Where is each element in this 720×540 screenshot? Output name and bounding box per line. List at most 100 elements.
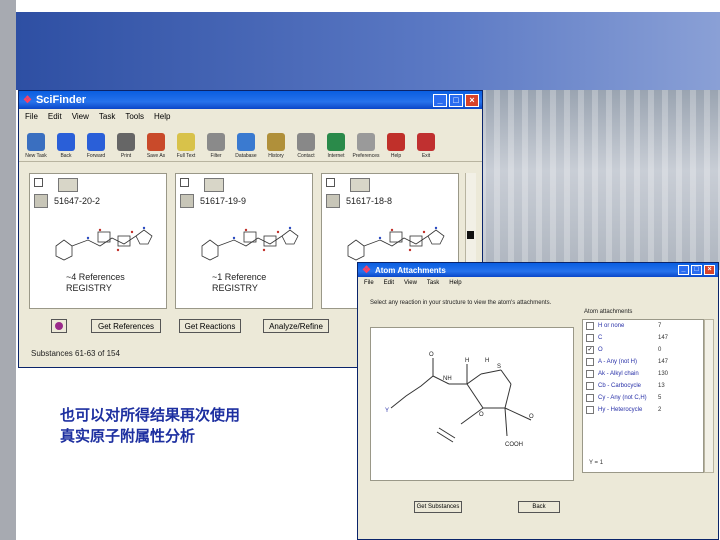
structure-thumbnail-icon[interactable] <box>204 178 224 192</box>
attachment-checkbox[interactable]: ✓ <box>586 346 594 354</box>
attachment-row[interactable]: ✓ O 0 <box>583 344 703 356</box>
attachment-row[interactable]: Hy - Heterocycle 2 <box>583 404 703 416</box>
maximize-button[interactable]: □ <box>449 93 463 107</box>
document-icon <box>177 133 195 151</box>
attachment-checkbox[interactable] <box>586 358 594 366</box>
scifinder-titlebar: ❖ SciFinder _ □ × <box>19 91 482 109</box>
scroll-thumb[interactable] <box>467 231 474 239</box>
get-reactions-button[interactable]: Get Reactions <box>179 319 241 333</box>
structure-thumbnail-icon[interactable] <box>350 178 370 192</box>
reference-count[interactable]: ~4 References <box>66 272 125 283</box>
attach-menu-task[interactable]: Task <box>427 280 439 286</box>
cas-number[interactable]: 51647-20-2 <box>54 196 100 206</box>
attachment-row[interactable]: H or none 7 <box>583 320 703 332</box>
svg-text:O: O <box>529 414 534 420</box>
attachment-count: 130 <box>658 371 669 377</box>
attachment-checkbox[interactable] <box>586 370 594 378</box>
structure-image[interactable] <box>48 210 158 268</box>
analyze-refine-button[interactable]: Analyze/Refine <box>263 319 329 333</box>
references-link[interactable]: ~4 References REGISTRY <box>66 272 125 294</box>
globe-icon <box>327 133 345 151</box>
filter-icon <box>207 133 225 151</box>
result-checkbox[interactable] <box>34 178 43 187</box>
attach-menu-file[interactable]: File <box>364 280 374 286</box>
help-small-button[interactable] <box>51 319 67 333</box>
attach-menu-bar: File Edit View Task Help <box>358 277 718 288</box>
toolbar-save-button[interactable]: Save As <box>143 125 169 159</box>
slide-left-bar <box>0 0 16 540</box>
menu-edit[interactable]: Edit <box>48 112 62 121</box>
get-references-button[interactable]: Get References <box>91 319 161 333</box>
toolbar-help-button[interactable]: Help <box>383 125 409 159</box>
toolbar-globe-button[interactable]: Internet <box>323 125 349 159</box>
minimize-button[interactable]: _ <box>433 93 447 107</box>
toolbar-filter-button[interactable]: Filter <box>203 125 229 159</box>
menu-view[interactable]: View <box>72 112 89 121</box>
attach-minimize-button[interactable]: _ <box>678 265 689 275</box>
attachment-row[interactable]: Ak - Alkyl chain 130 <box>583 368 703 380</box>
flask-icon[interactable] <box>326 194 340 208</box>
toolbar-exit-button[interactable]: Exit <box>413 125 439 159</box>
get-substances-button[interactable]: Get Substances <box>414 501 462 513</box>
toolbar-envelope-button[interactable]: Contact <box>293 125 319 159</box>
attachment-checkbox[interactable] <box>586 334 594 342</box>
attach-list-bottom: Y = 1 <box>589 460 604 466</box>
back-arrow-icon <box>57 133 75 151</box>
cas-number[interactable]: 51617-19-9 <box>200 196 246 206</box>
attachment-name: C <box>598 335 603 341</box>
help-icon <box>55 322 63 330</box>
attach-close-button[interactable]: × <box>704 265 715 275</box>
toolbar-forward-arrow-button[interactable]: Forward <box>83 125 109 159</box>
result-checkbox[interactable] <box>180 178 189 187</box>
attach-maximize-button[interactable]: □ <box>691 265 702 275</box>
attach-menu-view[interactable]: View <box>404 280 417 286</box>
toolbar-preferences-button[interactable]: Preferences <box>353 125 379 159</box>
attachment-row[interactable]: A - Any (not H) 147 <box>583 356 703 368</box>
attachment-checkbox[interactable] <box>586 322 594 330</box>
structure-image[interactable] <box>340 210 450 268</box>
menu-help[interactable]: Help <box>154 112 170 121</box>
preferences-icon <box>357 133 375 151</box>
structure-canvas[interactable]: O H H NH S O O COOH Y <box>370 327 574 481</box>
attach-menu-edit[interactable]: Edit <box>384 280 394 286</box>
attachment-row[interactable]: Cb - Carbocycle 13 <box>583 380 703 392</box>
menu-file[interactable]: File <box>25 112 38 121</box>
attachment-count: 13 <box>658 383 665 389</box>
result-checkbox[interactable] <box>326 178 335 187</box>
attachment-row[interactable]: C 147 <box>583 332 703 344</box>
references-link[interactable]: ~1 ReferenceREGISTRY <box>212 272 266 294</box>
attachment-name: A - Any (not H) <box>598 359 638 365</box>
attachment-checkbox[interactable] <box>586 394 594 402</box>
attach-menu-help[interactable]: Help <box>449 280 461 286</box>
cas-number[interactable]: 51617-18-8 <box>346 196 392 206</box>
window-title: SciFinder <box>35 94 87 106</box>
attach-list-scrollbar[interactable] <box>704 319 714 473</box>
reference-count[interactable]: ~1 Reference <box>212 272 266 283</box>
status-bar: Substances 61-63 of 154 <box>31 349 120 358</box>
structure-drawing: O H H NH S O O COOH Y <box>385 352 534 448</box>
flask-icon[interactable] <box>180 194 194 208</box>
toolbar-history-button[interactable]: History <box>263 125 289 159</box>
svg-text:S: S <box>497 364 501 370</box>
attachment-checkbox[interactable] <box>586 406 594 414</box>
close-button[interactable]: × <box>465 93 479 107</box>
toolbar-list-button[interactable]: New Task <box>23 125 49 159</box>
menu-tools[interactable]: Tools <box>125 112 144 121</box>
toolbar-label: Save As <box>146 153 166 159</box>
slide-header-band <box>16 12 720 90</box>
toolbar-printer-button[interactable]: Print <box>113 125 139 159</box>
attachment-checkbox[interactable] <box>586 382 594 390</box>
toolbar-database-button[interactable]: Database <box>233 125 259 159</box>
attach-back-button[interactable]: Back <box>518 501 560 513</box>
caption-line-1: 也可以对所得结果再次使用 <box>60 406 241 424</box>
structure-thumbnail-icon[interactable] <box>58 178 78 192</box>
toolbar-document-button[interactable]: Full Text <box>173 125 199 159</box>
menu-task[interactable]: Task <box>99 112 115 121</box>
attachments-list: H or none 7 C 147 ✓ O 0 A - Any (not H) 147 Ak - … <box>582 319 704 473</box>
attachment-row[interactable]: Cy - Any (not C,H) 5 <box>583 392 703 404</box>
structure-image[interactable] <box>194 210 304 268</box>
toolbar-label: Contact <box>297 153 315 159</box>
flask-icon[interactable] <box>34 194 48 208</box>
toolbar-label: Back <box>60 153 72 159</box>
toolbar-back-arrow-button[interactable]: Back <box>53 125 79 159</box>
